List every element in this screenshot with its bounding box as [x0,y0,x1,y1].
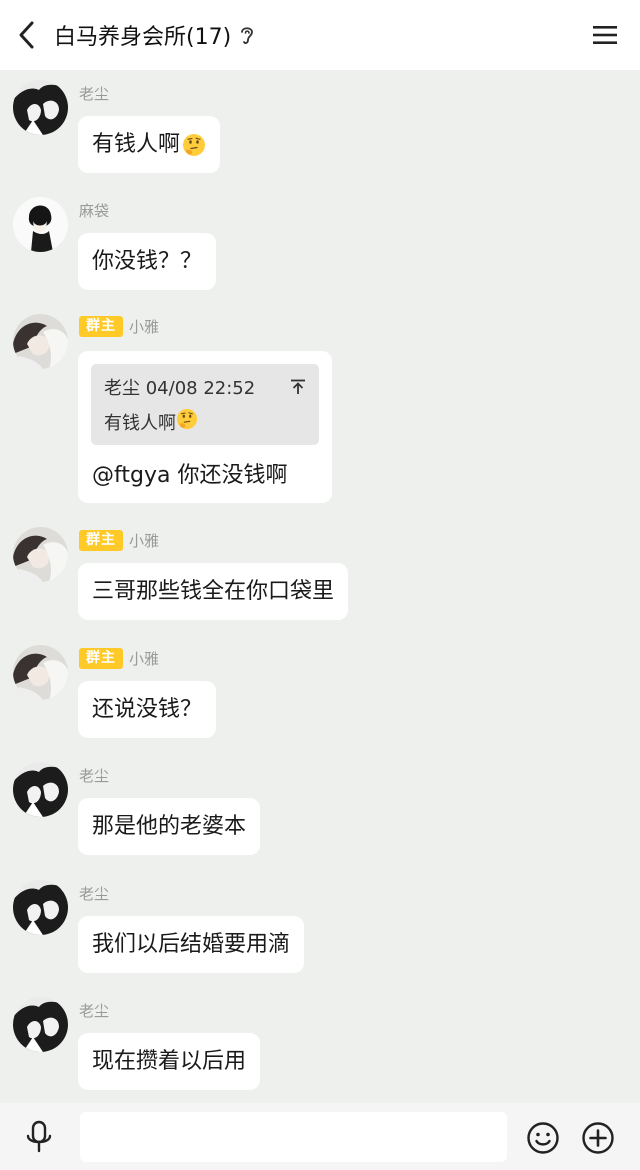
chat-title: 白马养身会所(17) [54,19,255,51]
message-meta: 老尘 [79,764,109,786]
more-button[interactable] [581,1121,615,1155]
message-text: 三哥那些钱全在你口袋里 [92,579,335,604]
avatar-image [13,314,68,369]
chat-header: 白马养身会所(17) [0,0,640,70]
hamburger-menu-icon [593,26,617,44]
sender-name: 老尘 [79,884,110,903]
message-bubble[interactable]: 三哥那些钱全在你口袋里 [78,563,349,620]
chat-message: 老尘 现在攒着以后用 [0,987,640,1099]
chat-message: 群主 小雅 三哥那些钱全在你口袋里 [0,517,640,629]
pin-top-icon[interactable] [289,378,307,400]
avatar-image [13,645,68,700]
voice-button[interactable] [22,1120,56,1154]
message-bubble[interactable]: 老尘 04/08 22:52 有钱人啊 @ftgya 你还没钱啊 [78,351,332,503]
quote-text-content: 有钱人啊 [104,412,176,434]
ear-icon [239,24,255,46]
avatar[interactable] [13,645,68,700]
message-text: 有钱人啊 [92,132,181,157]
message-input[interactable] [80,1112,507,1162]
quote-text: 有钱人啊 [104,408,198,435]
message-text: 我们以后结婚要用滴 [92,932,291,957]
sender-name: 小雅 [129,317,160,336]
avatar[interactable] [13,80,68,135]
message-text: 还说没钱？ [92,697,203,722]
chat-message: 老尘 有钱人啊 [0,70,640,182]
message-text: 那是他的老婆本 [92,814,247,839]
quote-author: 老尘 [104,378,140,399]
plus-circle-icon [582,1122,614,1154]
sender-name: 麻袋 [79,201,110,220]
avatar-image [13,80,68,135]
sender-name: 老尘 [79,84,110,103]
group-owner-badge: 群主 [79,529,123,551]
quoted-message[interactable]: 老尘 04/08 22:52 有钱人啊 [91,364,319,445]
avatar-image [13,997,68,1052]
smiley-icon [527,1122,559,1154]
message-bubble[interactable]: 那是他的老婆本 [78,798,261,855]
avatar[interactable] [13,197,68,252]
message-bubble[interactable]: 你没钱？？ [78,233,217,290]
avatar[interactable] [13,527,68,582]
input-bar [0,1103,640,1170]
group-name: 白马养身会所(17) [54,25,232,50]
chat-message: 群主 小雅 还说没钱？ [0,635,640,747]
avatar-image [13,527,68,582]
message-bubble[interactable]: 还说没钱？ [78,681,217,738]
thinking-face-icon [176,408,198,435]
chevron-left-icon [19,21,34,49]
avatar-image [13,762,68,817]
message-text: @ftgya 你还没钱啊 [92,463,288,488]
group-owner-badge: 群主 [79,647,123,669]
group-owner-badge: 群主 [79,315,123,337]
message-meta: 麻袋 [79,199,109,221]
avatar[interactable] [13,762,68,817]
message-bubble[interactable]: 我们以后结婚要用滴 [78,916,305,973]
emoji-button[interactable] [526,1121,560,1155]
message-meta: 群主 小雅 [79,647,159,669]
message-meta: 群主 小雅 [79,529,159,551]
microphone-icon [26,1120,52,1153]
message-bubble[interactable]: 现在攒着以后用 [78,1033,261,1090]
chat-message: 麻袋 你没钱？？ [0,187,640,299]
sender-name: 老尘 [79,1001,110,1020]
quote-header: 老尘 04/08 22:52 [104,374,255,400]
avatar-image [13,197,68,252]
sender-name: 老尘 [79,766,110,785]
thinking-face-icon [182,133,206,157]
message-meta: 老尘 [79,999,109,1021]
message-bubble[interactable]: 有钱人啊 [78,116,221,173]
chat-message: 老尘 那是他的老婆本 [0,752,640,864]
back-button[interactable] [0,0,54,70]
avatar[interactable] [13,997,68,1052]
message-meta: 老尘 [79,82,109,104]
menu-button[interactable] [590,20,620,50]
message-text: 现在攒着以后用 [92,1049,247,1074]
chat-message: 老尘 我们以后结婚要用滴 [0,870,640,982]
message-meta: 老尘 [79,882,109,904]
message-list[interactable]: 老尘 有钱人啊 麻袋 你没钱？？ 群主 小雅 老尘 04/08 22:52 有钱… [0,70,640,1103]
sender-name: 小雅 [129,649,160,668]
avatar[interactable] [13,314,68,369]
avatar-image [13,880,68,935]
message-text: 你没钱？？ [92,249,203,274]
message-meta: 群主 小雅 [79,315,159,337]
quote-time: 04/08 22:52 [145,378,256,399]
avatar[interactable] [13,880,68,935]
sender-name: 小雅 [129,531,160,550]
